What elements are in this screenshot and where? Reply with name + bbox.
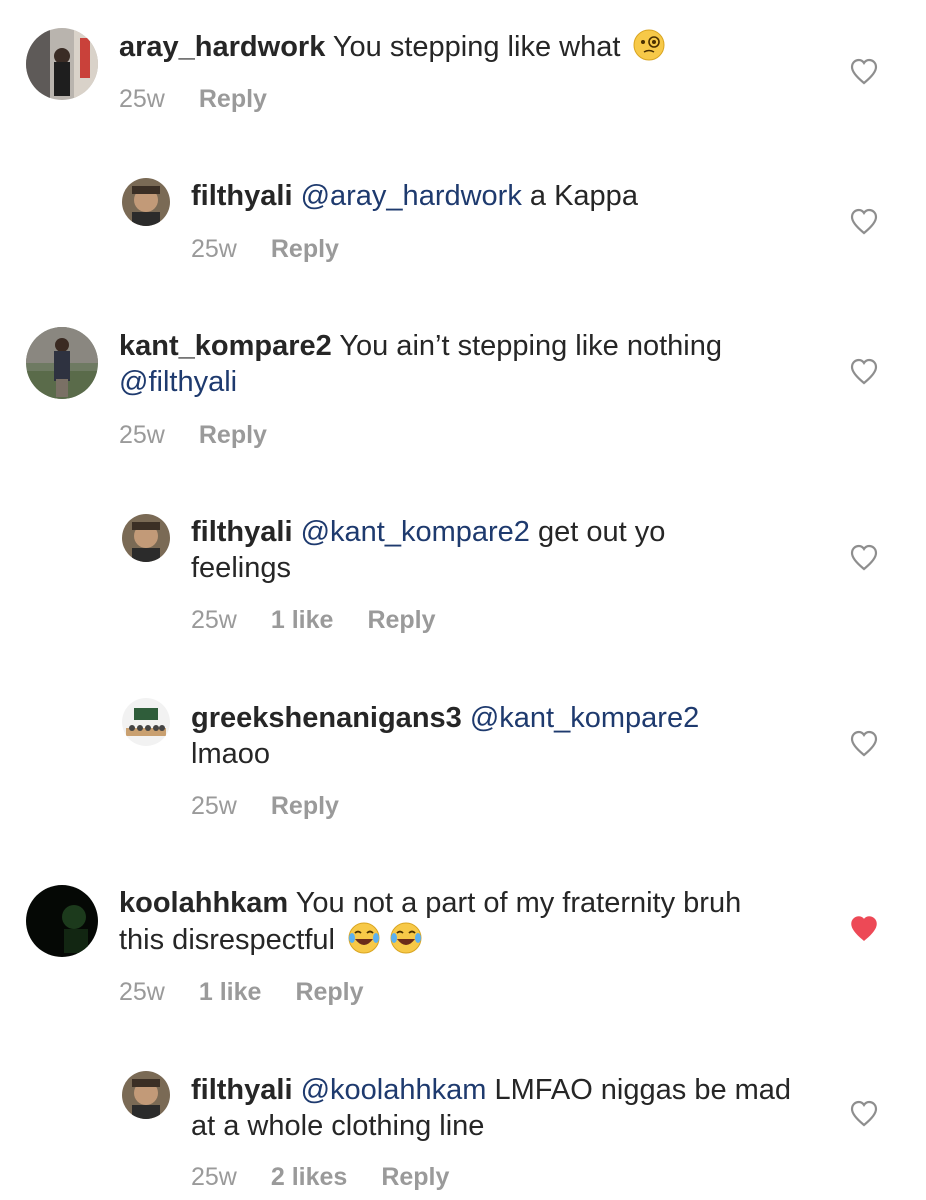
comment-text: filthyali @kant_kompare2 get out yo feel… bbox=[191, 514, 731, 586]
comment-meta: 25w Reply bbox=[119, 421, 301, 450]
comment-username[interactable]: koolahhkam bbox=[119, 887, 288, 919]
comment-username[interactable]: filthyali bbox=[191, 180, 293, 212]
comment-text: filthyali @koolahhkam LMFAO niggas be ma… bbox=[191, 1072, 811, 1144]
reply-button[interactable]: Reply bbox=[271, 235, 339, 264]
like-count[interactable]: 1 like bbox=[199, 978, 262, 1007]
comment-time: 25w bbox=[119, 421, 165, 449]
comment-text: koolahhkam You not a part of my fraterni… bbox=[119, 885, 779, 964]
mention-link[interactable]: @kant_kompare2 bbox=[470, 702, 699, 734]
comment-time: 25w bbox=[119, 978, 165, 1006]
mention-link[interactable]: @kant_kompare2 bbox=[301, 516, 530, 548]
mention-link[interactable]: @aray_hardwork bbox=[301, 180, 522, 212]
comment-username[interactable]: filthyali bbox=[191, 516, 293, 548]
comment-meta: 25w 1 like Reply bbox=[119, 978, 398, 1007]
heart-icon[interactable] bbox=[849, 1099, 879, 1127]
comment-text: aray_hardwork You stepping like what bbox=[119, 28, 809, 71]
comment-meta: 25w Reply bbox=[191, 235, 373, 264]
reply-button[interactable]: Reply bbox=[199, 85, 267, 114]
comment-time: 25w bbox=[119, 85, 165, 113]
comment-username[interactable]: kant_kompare2 bbox=[119, 330, 332, 362]
avatar[interactable] bbox=[122, 698, 170, 746]
mention-link[interactable]: @filthyali bbox=[119, 366, 237, 398]
reply-button[interactable]: Reply bbox=[381, 1163, 449, 1192]
comment-meta: 25w 2 likes Reply bbox=[191, 1163, 483, 1192]
like-count[interactable]: 2 likes bbox=[271, 1163, 347, 1192]
avatar[interactable] bbox=[26, 28, 98, 100]
monocle-emoji-icon bbox=[632, 28, 666, 71]
comment-time: 25w bbox=[191, 235, 237, 263]
heart-icon[interactable] bbox=[849, 543, 879, 571]
comment-time: 25w bbox=[191, 792, 237, 820]
comment-time: 25w bbox=[191, 606, 237, 634]
comment-text: filthyali @aray_hardwork a Kappa bbox=[191, 178, 811, 214]
avatar[interactable] bbox=[26, 327, 98, 399]
comment-meta: 25w Reply bbox=[191, 792, 373, 821]
comment-username[interactable]: filthyali bbox=[191, 1074, 293, 1106]
heart-icon[interactable] bbox=[849, 729, 879, 757]
comment-username[interactable]: greekshenanigans3 bbox=[191, 702, 462, 734]
comment-text: greekshenanigans3 @kant_kompare2 lmaoo bbox=[191, 700, 771, 772]
comment-body: You ain’t stepping like nothing bbox=[331, 330, 722, 362]
heart-icon[interactable] bbox=[849, 207, 879, 235]
comment-text: kant_kompare2 You ain’t stepping like no… bbox=[119, 328, 809, 400]
heart-filled-icon[interactable] bbox=[849, 914, 879, 942]
avatar[interactable] bbox=[122, 1071, 170, 1119]
heart-icon[interactable] bbox=[849, 57, 879, 85]
avatar[interactable] bbox=[122, 514, 170, 562]
comment-time: 25w bbox=[191, 1163, 237, 1191]
comment-username[interactable]: aray_hardwork bbox=[119, 31, 325, 63]
comment-body: You stepping like what bbox=[325, 31, 621, 63]
avatar[interactable] bbox=[26, 885, 98, 957]
reply-button[interactable]: Reply bbox=[295, 978, 363, 1007]
heart-icon[interactable] bbox=[849, 357, 879, 385]
comment-body: a Kappa bbox=[521, 180, 638, 212]
reply-button[interactable]: Reply bbox=[199, 421, 267, 450]
comment-body: lmaoo bbox=[191, 738, 270, 770]
like-count[interactable]: 1 like bbox=[271, 606, 334, 635]
reply-button[interactable]: Reply bbox=[367, 606, 435, 635]
comment-meta: 25w 1 like Reply bbox=[191, 606, 470, 635]
mention-link[interactable]: @koolahhkam bbox=[301, 1074, 487, 1106]
tears-of-joy-icon bbox=[347, 921, 425, 964]
avatar[interactable] bbox=[122, 178, 170, 226]
comment-meta: 25w Reply bbox=[119, 85, 301, 114]
reply-button[interactable]: Reply bbox=[271, 792, 339, 821]
comments-list: aray_hardwork You stepping like what 25w… bbox=[0, 0, 926, 1200]
